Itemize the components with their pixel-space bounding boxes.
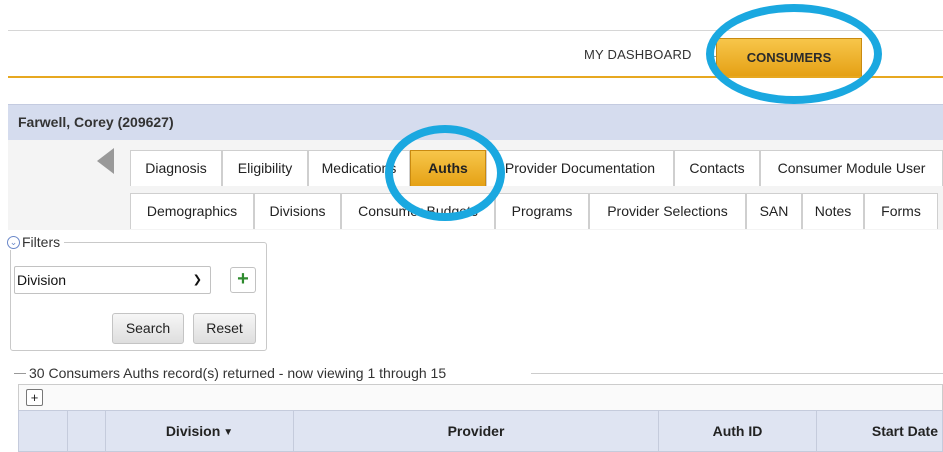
tab-forms[interactable]: Forms bbox=[864, 193, 938, 229]
consumer-name: Farwell, Corey (209627) bbox=[18, 114, 174, 130]
collapse-chevron-icon[interactable]: ⌄ bbox=[7, 235, 20, 249]
tab-consumer-module-user[interactable]: Consumer Module User bbox=[760, 150, 943, 186]
add-filter-button[interactable]: + bbox=[230, 267, 256, 293]
tab-scroll-left-icon[interactable] bbox=[97, 148, 114, 174]
consumer-header: Farwell, Corey (209627) bbox=[8, 104, 943, 140]
add-record-button[interactable]: + bbox=[26, 389, 43, 406]
sort-desc-icon: ▼ bbox=[223, 427, 234, 438]
tab-provider-documentation[interactable]: Provider Documentation bbox=[486, 150, 674, 186]
column-header-start-date[interactable]: Start Date bbox=[817, 411, 942, 451]
grid-header-row: Division ▼ Provider Auth ID Start Date bbox=[18, 410, 943, 452]
tab-divisions[interactable]: Divisions bbox=[254, 193, 341, 229]
tab-contacts[interactable]: Contacts bbox=[674, 150, 760, 186]
action-column-header bbox=[68, 411, 106, 451]
records-summary: 30 Consumers Auths record(s) returned - … bbox=[29, 365, 447, 381]
tab-demographics[interactable]: Demographics bbox=[130, 193, 254, 229]
chevron-down-icon: ❯ bbox=[192, 274, 202, 286]
nav-my-dashboard[interactable]: MY DASHBOARD bbox=[584, 47, 692, 62]
tab-eligibility[interactable]: Eligibility bbox=[222, 150, 308, 186]
tab-auths[interactable]: Auths bbox=[410, 150, 486, 186]
nav-underline bbox=[8, 76, 943, 78]
filter-field-select[interactable]: Division ❯ bbox=[14, 266, 211, 294]
tab-san[interactable]: SAN bbox=[746, 193, 802, 229]
top-divider bbox=[8, 30, 943, 31]
filters-legend: ⌄ Filters bbox=[7, 234, 65, 250]
search-button[interactable]: Search bbox=[112, 313, 184, 344]
tab-consumer-budgets[interactable]: Consumer Budgets bbox=[341, 193, 495, 229]
records-summary-bar: 30 Consumers Auths record(s) returned - … bbox=[8, 364, 943, 384]
tab-notes[interactable]: Notes bbox=[802, 193, 864, 229]
tab-programs[interactable]: Programs bbox=[495, 193, 589, 229]
tab-medications[interactable]: Medications bbox=[308, 150, 410, 186]
filters-label: Filters bbox=[22, 234, 61, 250]
column-header-auth-id[interactable]: Auth ID bbox=[659, 411, 817, 451]
select-column-header bbox=[19, 411, 68, 451]
tab-provider-selections[interactable]: Provider Selections bbox=[589, 193, 746, 229]
reset-button[interactable]: Reset bbox=[193, 313, 256, 344]
column-header-division[interactable]: Division ▼ bbox=[106, 411, 294, 451]
column-label-division: Division bbox=[165, 423, 221, 439]
grid-toolbar: + bbox=[18, 384, 943, 410]
tab-diagnosis[interactable]: Diagnosis bbox=[130, 150, 222, 186]
column-header-provider[interactable]: Provider bbox=[294, 411, 659, 451]
nav-consumers-tab[interactable]: CONSUMERS bbox=[716, 38, 862, 76]
filter-field-value: Division bbox=[17, 272, 67, 288]
